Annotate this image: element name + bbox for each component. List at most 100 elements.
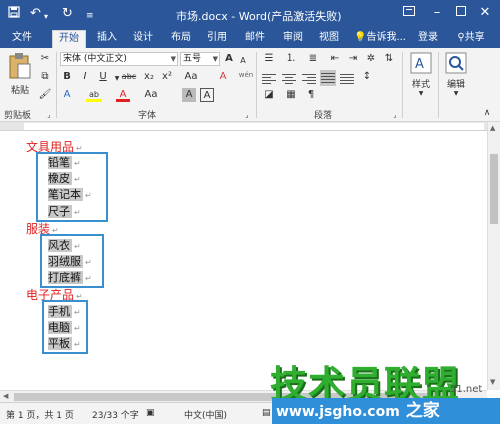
undo-icon[interactable]: ↶ (30, 6, 41, 22)
char-shading-button[interactable]: A (182, 88, 196, 102)
font-color-button[interactable]: A (116, 88, 130, 102)
justify-icon[interactable] (320, 70, 336, 86)
chevron-down-icon: ▼ (453, 90, 459, 97)
subscript-button[interactable]: x₂ (142, 70, 156, 84)
page-count[interactable]: 第 1 页，共 1 页 (6, 408, 74, 421)
tab-file[interactable]: 文件 (4, 30, 40, 48)
clipboard-launcher-icon[interactable]: ⌟ (42, 108, 56, 122)
numbering-icon[interactable]: ⒈ (284, 52, 298, 66)
minimize-icon[interactable]: – (428, 4, 446, 22)
font-launcher-icon[interactable]: ⌟ (240, 108, 254, 122)
tab-insert[interactable]: 插入 (92, 30, 122, 48)
list-item[interactable]: 橡皮 ↵ (48, 170, 81, 186)
close-icon[interactable]: ✕ (476, 4, 494, 22)
line-spacing-icon[interactable]: ↕ (360, 70, 374, 84)
title-bar: ↶ ▾ ↻ ≡ 市场.docx - Word(产品激活失败) – ✕ (0, 0, 500, 30)
tab-home[interactable]: 开始 (52, 30, 86, 48)
asian-layout-icon[interactable]: ✲ (364, 52, 378, 66)
clear-formatting-icon[interactable]: A (216, 70, 230, 84)
multilevel-list-icon[interactable]: ≣ (306, 52, 320, 66)
change-case-icon[interactable]: Aa (142, 88, 160, 102)
save-icon[interactable] (8, 6, 20, 23)
ribbon-tabs: 文件 开始 插入 设计 布局 引用 邮件 审阅 视图 💡告诉我... 登录 ⚲共… (0, 30, 500, 48)
superscript-button[interactable]: x² (160, 70, 174, 84)
proofing-icon[interactable]: ▣ (146, 408, 155, 418)
scroll-up-icon[interactable]: ▲ (490, 124, 495, 132)
search-icon (445, 52, 467, 74)
increase-indent-icon[interactable]: ⇥ (346, 52, 360, 66)
bullets-icon[interactable]: ☰ (262, 52, 276, 66)
list-item[interactable]: 羽绒服 ↵ (48, 253, 92, 269)
divider (438, 52, 439, 118)
char-border-button[interactable]: A (200, 88, 214, 102)
watermark-url: www.jsgho.com 之家 (272, 398, 500, 424)
collapse-ribbon-icon[interactable]: ∧ (480, 106, 494, 120)
scroll-thumb[interactable] (490, 154, 498, 224)
tab-view[interactable]: 视图 (314, 30, 344, 48)
highlight-button[interactable]: ab (86, 88, 102, 102)
cut-icon[interactable]: ✂ (38, 52, 52, 66)
divider (56, 52, 57, 118)
window-title: 市场.docx - Word(产品激活失败) (176, 10, 342, 23)
phonetic-guide-icon[interactable]: wén (238, 68, 254, 82)
lightbulb-icon: 💡 (354, 32, 367, 43)
language-indicator[interactable]: 中文(中国) (184, 408, 227, 421)
distributed-icon[interactable] (340, 72, 354, 84)
customize-qat-icon[interactable]: ≡ (86, 8, 94, 24)
login-link[interactable]: 登录 (414, 30, 442, 48)
tell-me-search[interactable]: 💡告诉我... (354, 30, 412, 48)
decrease-indent-icon[interactable]: ⇤ (328, 52, 342, 66)
list-item[interactable]: 风衣 ↵ (48, 237, 81, 253)
tab-layout[interactable]: 布局 (166, 30, 196, 48)
maximize-icon[interactable] (452, 4, 470, 22)
underline-button[interactable]: U (96, 70, 110, 84)
paste-button[interactable]: 粘贴 (6, 52, 34, 102)
vertical-scrollbar[interactable]: ▲ ▼ (487, 122, 500, 390)
sort-icon[interactable]: ⇅ (382, 52, 396, 66)
paragraph-launcher-icon[interactable]: ⌟ (388, 108, 402, 122)
svg-text:A: A (415, 57, 424, 72)
change-case-button[interactable]: Aa (182, 70, 200, 84)
person-icon: ⚲ (457, 32, 465, 43)
list-item[interactable]: 笔记本 ↵ (48, 186, 92, 202)
copy-icon[interactable]: ⧉ (38, 70, 52, 84)
list-item[interactable]: 平板 ↵ (48, 335, 81, 351)
text-effects-icon[interactable]: A (60, 88, 74, 102)
font-size-select[interactable]: 五号 ▼ (180, 52, 220, 66)
document-page[interactable]: 文具用品 ↵ 铅笔 ↵ 橡皮 ↵ 笔记本 ↵ 尺子 ↵ 服装 ↵ 风衣 ↵ 羽绒服 ↵ 打底裤 ↵… (0, 132, 487, 390)
borders-icon[interactable]: ▦ (284, 88, 298, 102)
list-item[interactable]: 尺子 ↵ (48, 203, 81, 219)
shrink-font-icon[interactable]: A (236, 54, 250, 68)
redo-icon[interactable]: ↻ (62, 6, 73, 22)
share-button[interactable]: ⚲共享 (446, 30, 496, 48)
tab-review[interactable]: 审阅 (278, 30, 308, 48)
scroll-left-icon[interactable]: ◀ (3, 392, 8, 400)
list-item[interactable]: 手机 ↵ (48, 303, 81, 319)
font-name-select[interactable]: 宋体 (中文正文) ▼ (60, 52, 178, 66)
format-painter-icon[interactable]: 🖌 (38, 88, 52, 102)
tab-mailings[interactable]: 邮件 (240, 30, 270, 48)
strikethrough-button[interactable]: abc (120, 70, 138, 84)
read-mode-icon[interactable]: ▤ (262, 408, 271, 418)
align-right-icon[interactable] (302, 72, 316, 84)
word-count[interactable]: 23/33 个字 (92, 408, 139, 421)
ribbon-display-icon[interactable] (400, 4, 418, 22)
italic-button[interactable]: I (78, 70, 92, 84)
show-marks-icon[interactable]: ¶ (304, 88, 318, 102)
divider (256, 52, 257, 118)
scroll-down-icon[interactable]: ▼ (490, 378, 495, 386)
grow-font-icon[interactable]: A (222, 52, 236, 66)
align-left-icon[interactable] (262, 72, 276, 84)
chevron-down-icon: ▼ (170, 55, 176, 63)
align-center-icon[interactable] (282, 72, 296, 84)
tab-design[interactable]: 设计 (128, 30, 158, 48)
editing-button[interactable]: 编辑 ▼ (442, 52, 470, 102)
tab-references[interactable]: 引用 (202, 30, 232, 48)
list-item[interactable]: 电脑 ↵ (48, 319, 81, 335)
shading-icon[interactable]: ◪ (262, 88, 276, 102)
styles-button[interactable]: A 样式 ▼ (406, 52, 436, 102)
list-item[interactable]: 打底裤 ↵ (48, 269, 92, 285)
bold-button[interactable]: B (60, 70, 74, 84)
list-item[interactable]: 铅笔 ↵ (48, 154, 81, 170)
undo-dropdown-icon[interactable]: ▾ (44, 9, 48, 25)
